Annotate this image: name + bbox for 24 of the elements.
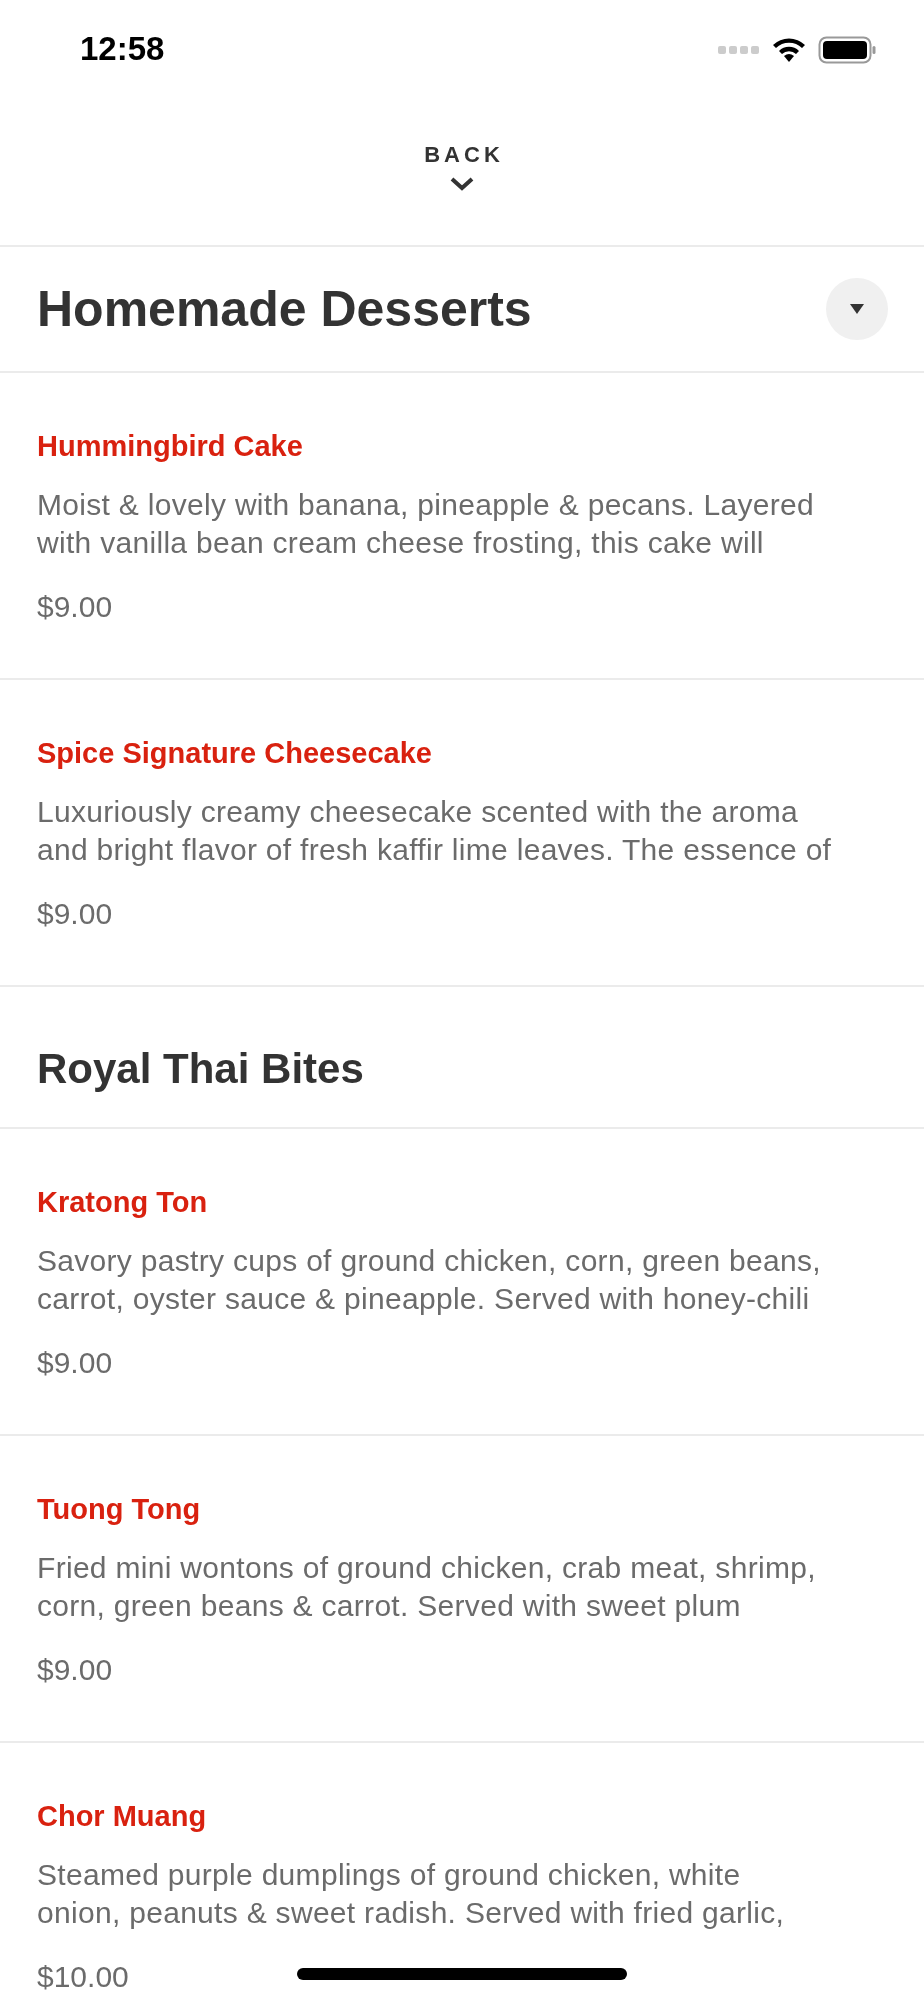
- dish-description: Steamed purple dumplings of ground chicken, white onion, peanuts & sweet radish. Served with fried garlic,: [37, 1857, 785, 1931]
- dish-name[interactable]: Hummingbird Cake: [37, 431, 303, 461]
- chevron-down-icon: [449, 176, 475, 192]
- triangle-down-icon: [850, 304, 864, 314]
- battery-icon: [818, 36, 876, 64]
- section-title: Royal Thai Bites: [37, 1045, 364, 1093]
- dish-price: $10.00: [37, 1962, 129, 1992]
- dish-price: $9.00: [37, 1348, 113, 1378]
- dish-description: Luxuriously creamy cheesecake scented with the aroma and bright flavor of fresh kaffir lime leaves. The essence of: [37, 794, 832, 868]
- section-title: Homemade Desserts: [37, 280, 532, 338]
- dish-name[interactable]: Tuong Tong: [37, 1494, 201, 1524]
- dish-name[interactable]: Spice Signature Cheesecake: [37, 738, 432, 768]
- dish-description: Savory pastry cups of ground chicken, corn, green beans, carrot, oyster sauce & pineapple. Served with honey-chili: [37, 1243, 821, 1317]
- signal-icon: [718, 44, 760, 56]
- dish-price: $9.00: [37, 899, 113, 929]
- dish-price: $9.00: [37, 1655, 113, 1685]
- dish-price: $9.00: [37, 592, 113, 622]
- back-button[interactable]: BACK: [420, 142, 504, 192]
- status-time: 12:58: [80, 30, 165, 68]
- wifi-icon: [772, 37, 806, 63]
- dish-description: Fried mini wontons of ground chicken, crab meat, shrimp, corn, green beans & carrot. Served with sweet plum: [37, 1550, 816, 1624]
- dish-name[interactable]: Kratong Ton: [37, 1187, 208, 1217]
- dish-description: Moist & lovely with banana, pineapple & pecans. Layered with vanilla bean cream cheese frosting, this cake will: [37, 487, 814, 561]
- dish-name[interactable]: Chor Muang: [37, 1801, 207, 1831]
